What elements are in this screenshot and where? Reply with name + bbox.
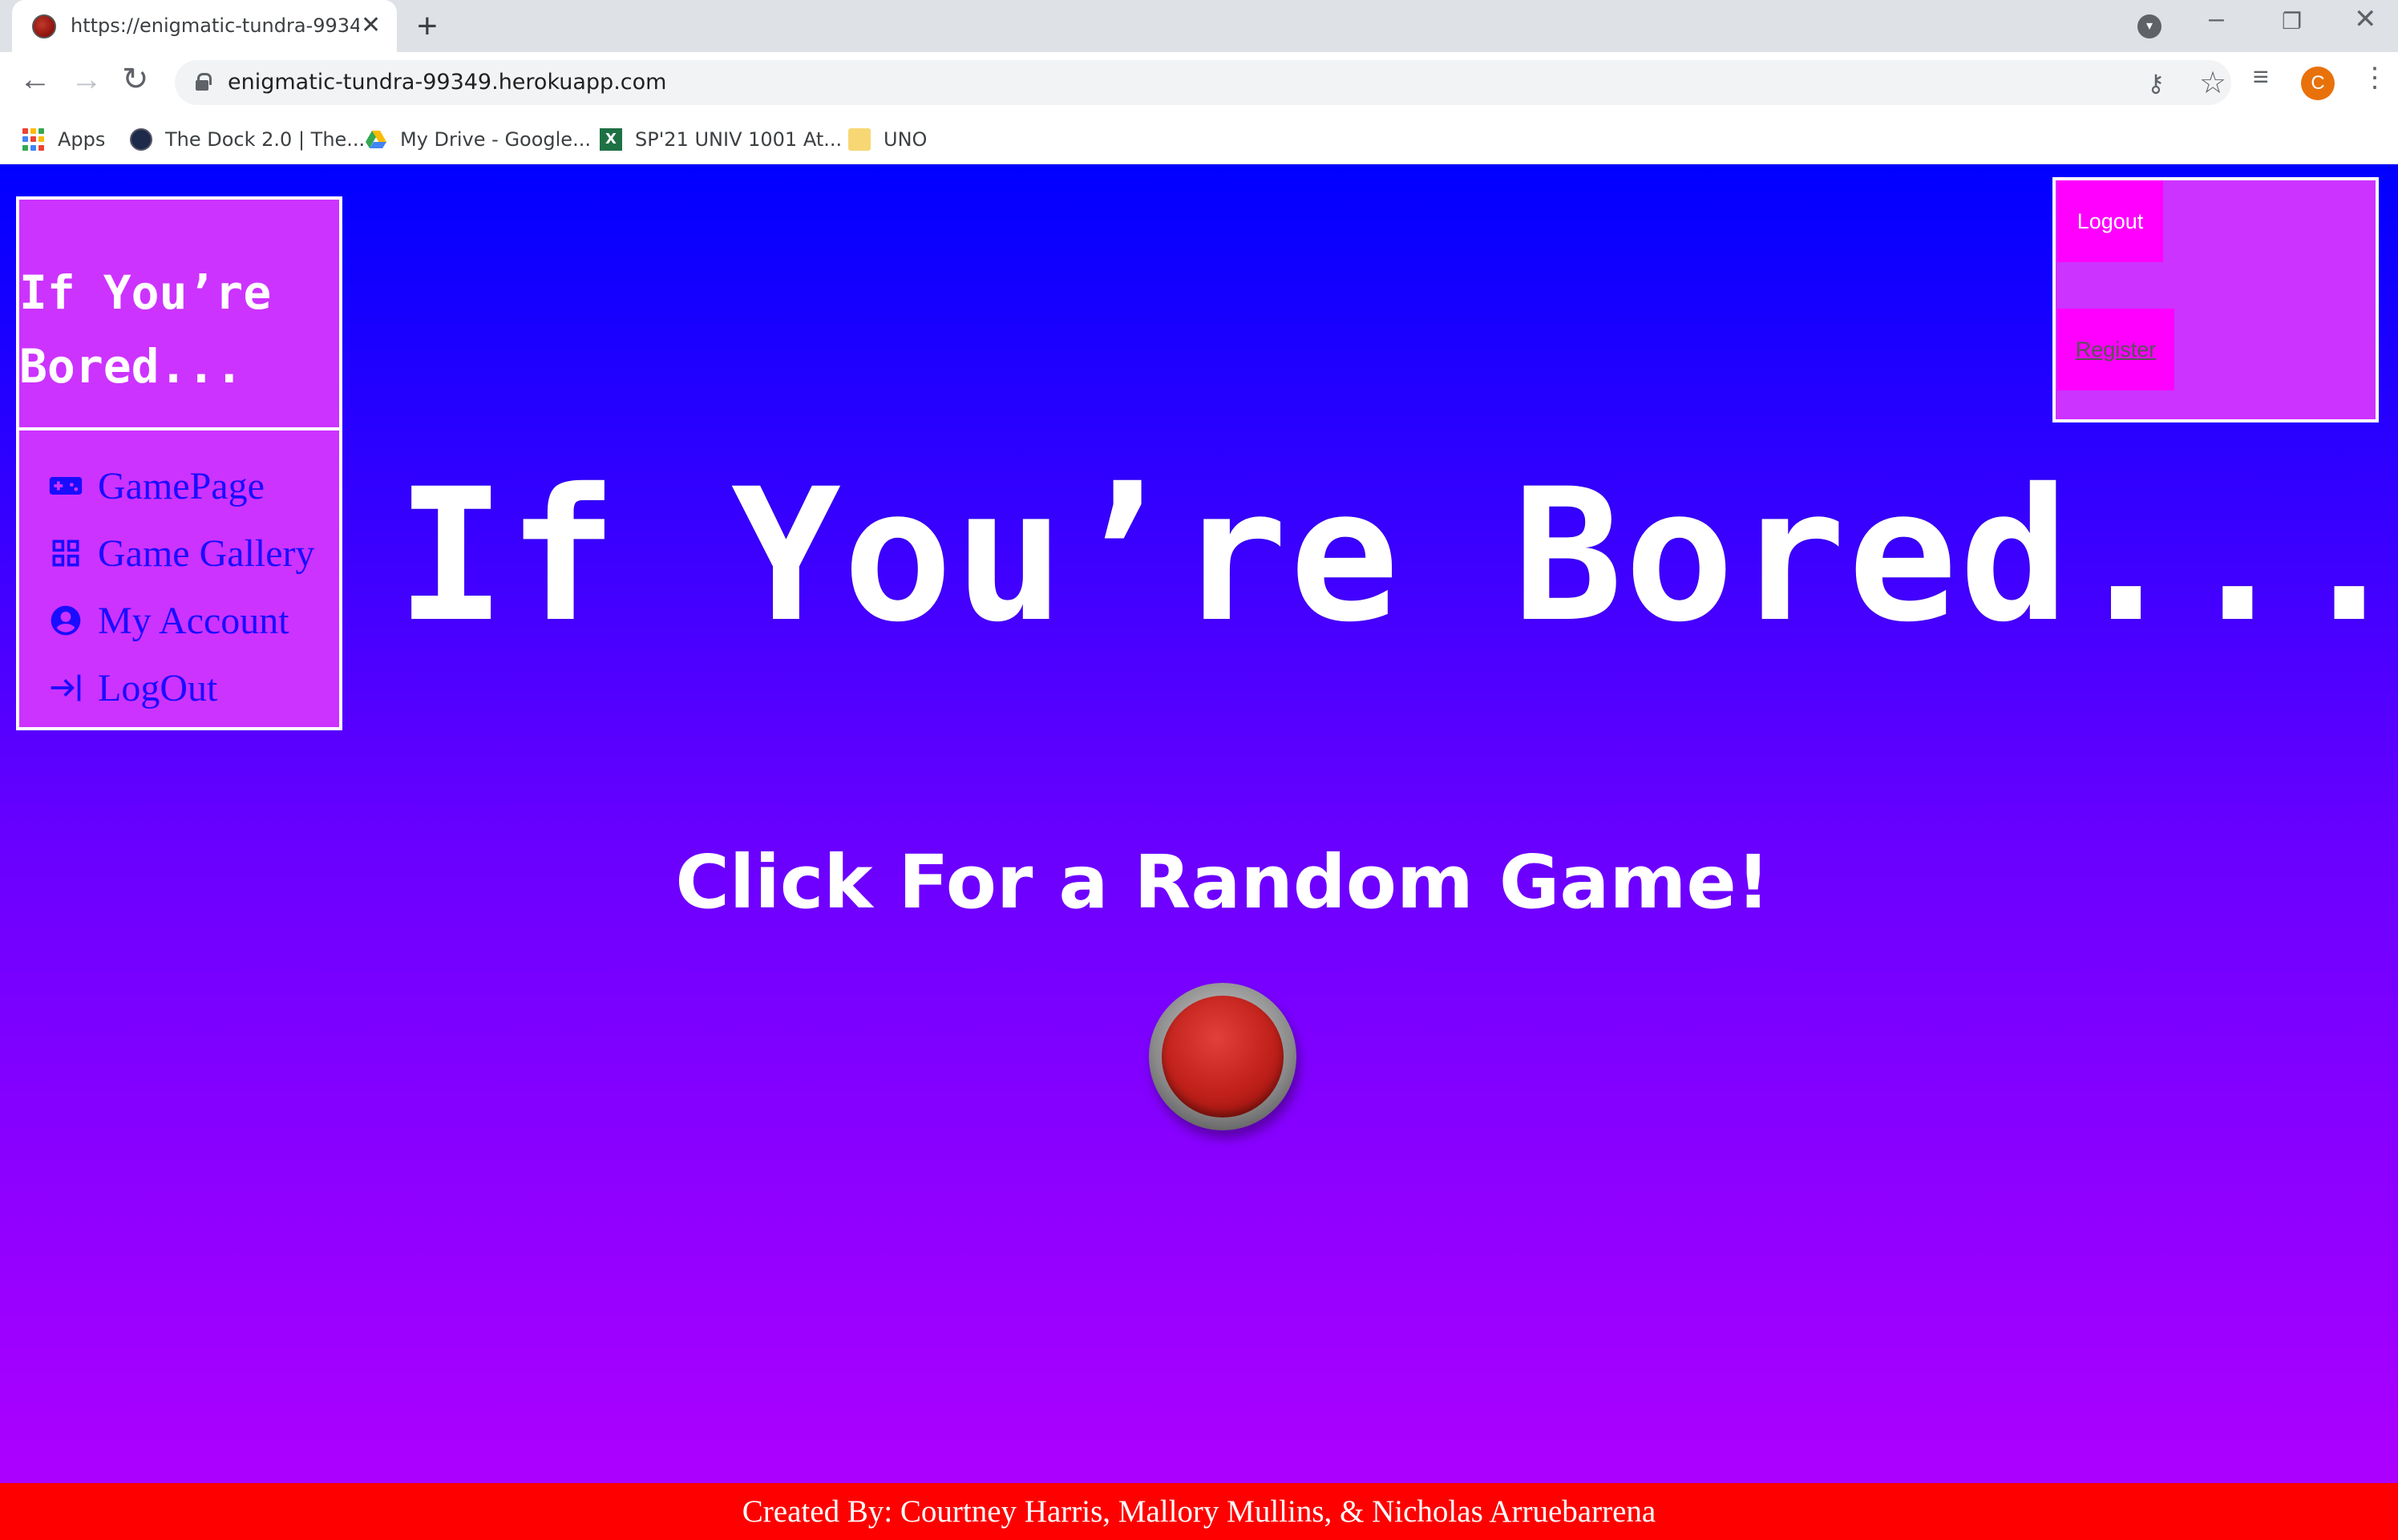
register-button[interactable]: Register	[2057, 309, 2174, 390]
bookmark-label: My Drive - Google...	[400, 128, 591, 151]
tab-search-icon[interactable]: ▾	[2137, 14, 2161, 38]
forward-icon[interactable]: →	[71, 63, 103, 95]
bookmark-label: The Dock 2.0 | The...	[165, 128, 366, 151]
bookmark-label: Apps	[58, 128, 106, 151]
close-window-icon[interactable]: ✕	[2354, 3, 2377, 35]
logout-icon	[51, 674, 81, 701]
media-control-icon[interactable]: ≡	[2253, 62, 2269, 93]
menu-icon[interactable]: ⋮	[2361, 62, 2388, 94]
new-tab-icon[interactable]: +	[417, 6, 438, 46]
random-game-button[interactable]	[1149, 983, 1296, 1130]
red-button-icon	[1162, 996, 1284, 1118]
site-favicon-icon	[32, 14, 56, 38]
sidebar-title: If You’re Bored...	[19, 265, 272, 394]
key-icon[interactable]: ⚷	[2147, 70, 2165, 98]
page-background: If You’re Bored... GamePage Game Gallery…	[0, 164, 2398, 1540]
dock-favicon-icon	[130, 128, 152, 151]
sidebar-divider	[19, 427, 340, 430]
sidebar: If You’re Bored... GamePage Game Gallery…	[16, 196, 342, 730]
bookmark-apps[interactable]: Apps	[22, 115, 105, 164]
auth-panel: Logout Register	[2052, 177, 2379, 422]
bookmark-drive[interactable]: My Drive - Google...	[365, 115, 591, 164]
reload-icon[interactable]: ↻	[122, 63, 149, 95]
sidebar-nav: GamePage Game Gallery My Account LogOut	[48, 452, 315, 721]
excel-icon: X	[600, 128, 622, 151]
sidebar-item-label: GamePage	[98, 464, 265, 507]
url-text: enigmatic-tundra-99349.herokuapp.com	[228, 70, 667, 95]
folder-icon	[848, 128, 871, 151]
account-icon	[51, 605, 81, 636]
bookmark-uno[interactable]: UNO	[848, 115, 927, 164]
grid-icon	[52, 540, 79, 567]
minimize-icon[interactable]: –	[2209, 3, 2224, 34]
sidebar-item-logout[interactable]: LogOut	[48, 654, 315, 721]
hero-title: If You’re Bored...	[396, 449, 2398, 662]
tab-title: https://enigmatic-tundra-99349.herokuapp…	[71, 14, 359, 37]
sidebar-item-label: LogOut	[98, 666, 218, 709]
restore-icon[interactable]: ❐	[2282, 8, 2302, 34]
bookmark-dock[interactable]: The Dock 2.0 | The...	[130, 115, 365, 164]
sidebar-item-label: Game Gallery	[98, 532, 315, 575]
sidebar-item-my-account[interactable]: My Account	[48, 587, 315, 654]
browser-tabstrip: https://enigmatic-tundra-99349.herokuapp…	[0, 0, 2398, 52]
google-drive-icon	[366, 131, 386, 148]
profile-avatar[interactable]: C	[2301, 67, 2335, 100]
bookmark-star-icon[interactable]: ☆	[2199, 65, 2226, 101]
bookmark-univ[interactable]: X SP'21 UNIV 1001 At...	[600, 115, 842, 164]
apps-grid-icon	[22, 128, 45, 151]
random-game-prompt: Click For a Random Game!	[675, 839, 1770, 925]
footer-credits: Created By: Courtney Harris, Mallory Mul…	[0, 1483, 2398, 1540]
back-icon[interactable]: ←	[19, 63, 51, 95]
gamepad-icon	[49, 477, 83, 495]
logout-button[interactable]: Logout	[2057, 180, 2163, 262]
lock-icon	[196, 73, 212, 91]
bookmarks-bar: Apps The Dock 2.0 | The... My Drive - Go…	[0, 115, 2398, 164]
bookmark-label: UNO	[884, 128, 928, 151]
sidebar-item-gamepage[interactable]: GamePage	[48, 452, 315, 519]
browser-tab[interactable]: https://enigmatic-tundra-99349.herokuapp…	[12, 0, 397, 52]
sidebar-item-label: My Account	[98, 599, 289, 642]
bookmark-label: SP'21 UNIV 1001 At...	[635, 128, 843, 151]
browser-toolbar: ← → ↻ enigmatic-tundra-99349.herokuapp.c…	[0, 52, 2398, 115]
sidebar-item-game-gallery[interactable]: Game Gallery	[48, 519, 315, 587]
close-tab-icon[interactable]: ✕	[361, 11, 381, 39]
address-bar[interactable]: enigmatic-tundra-99349.herokuapp.com ⚷ ☆	[175, 60, 2231, 105]
